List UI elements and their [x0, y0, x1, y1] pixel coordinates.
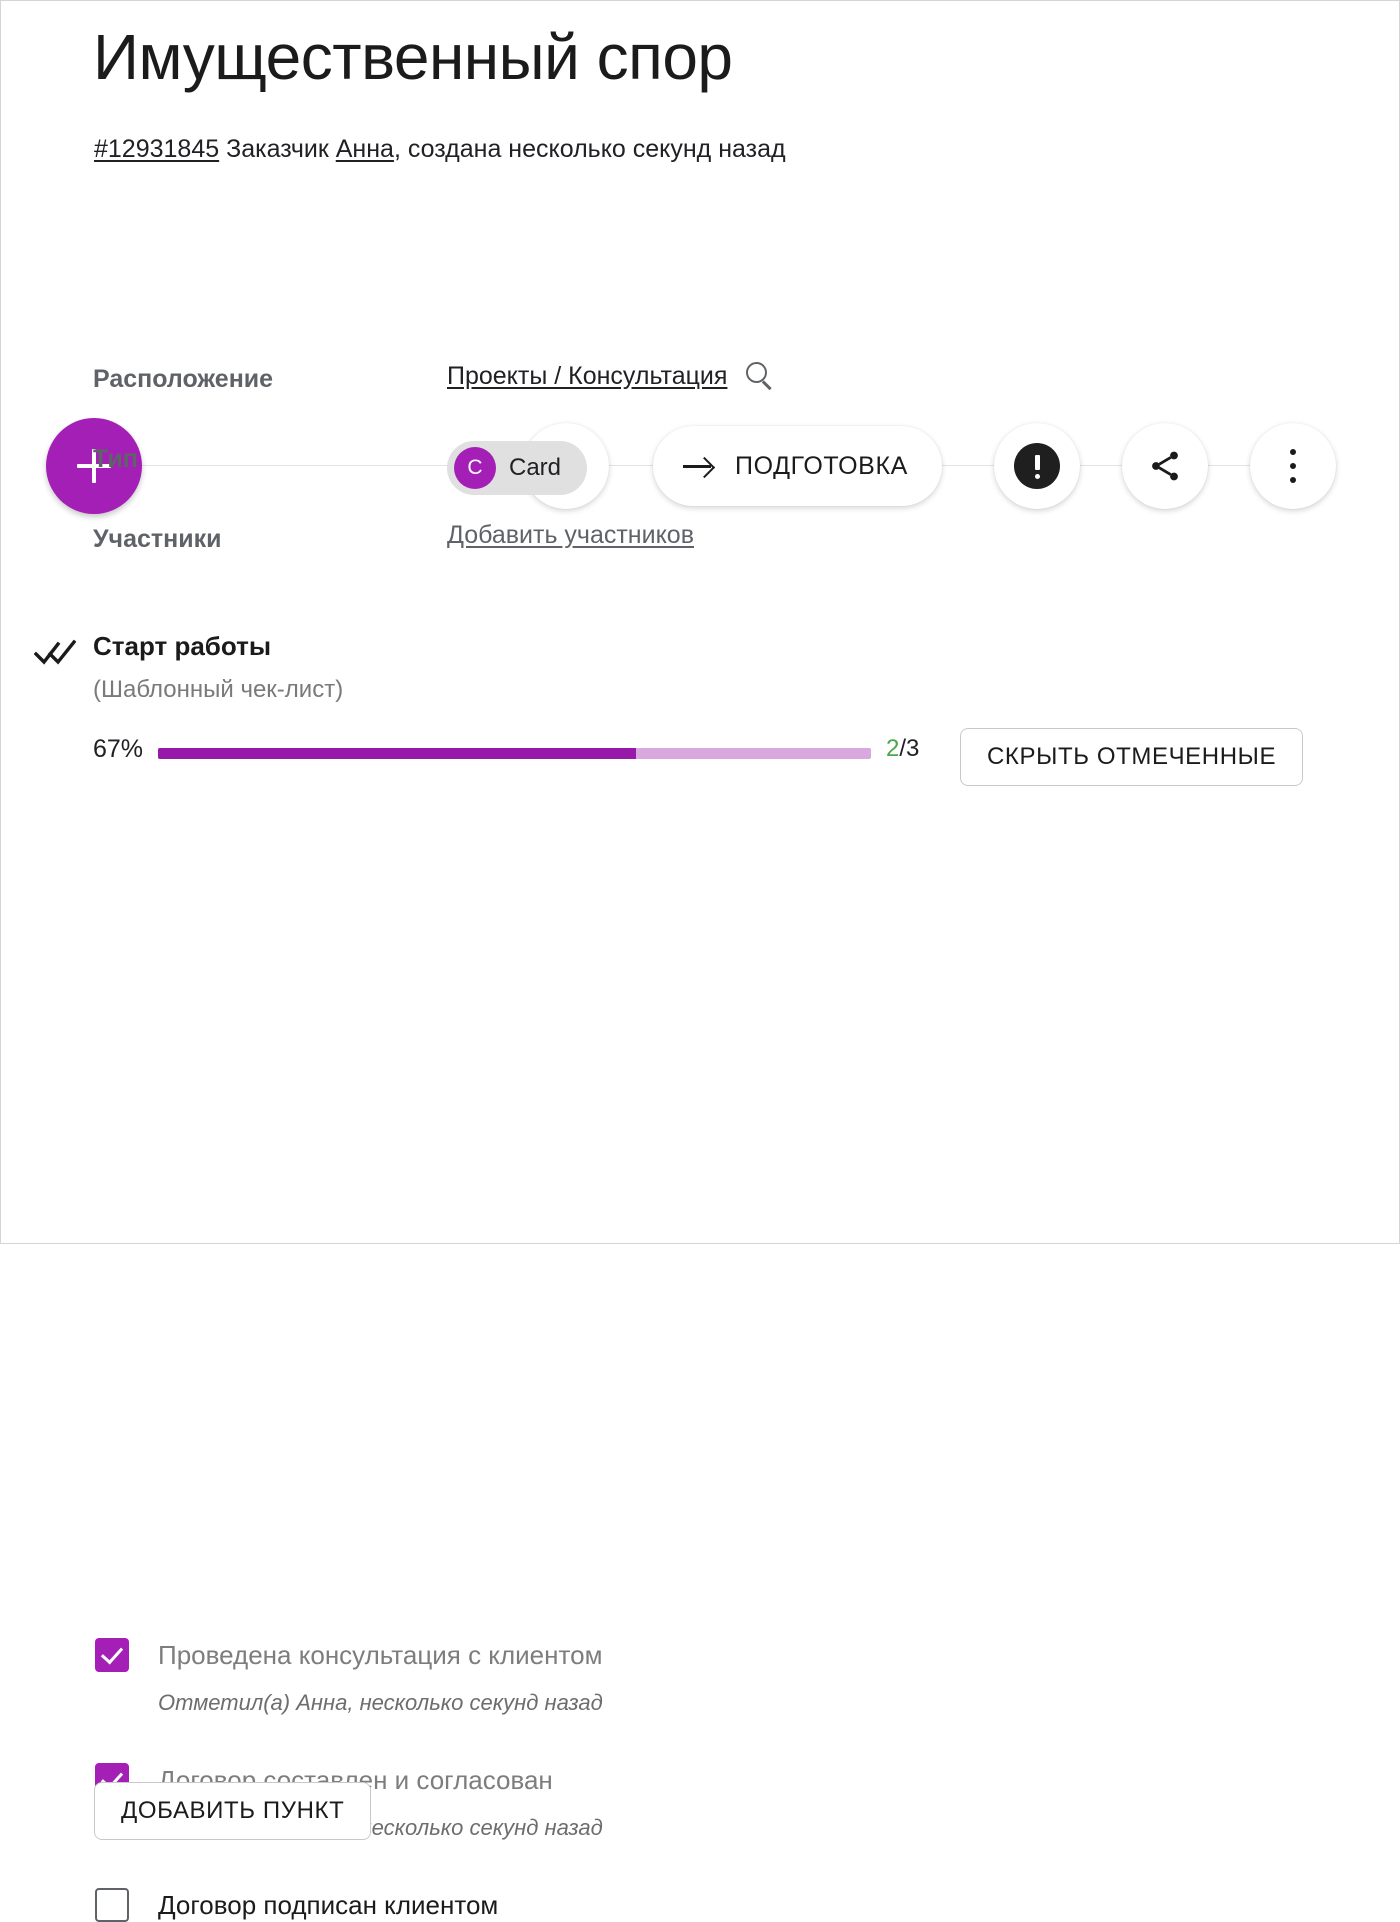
field-value-type: C Card: [447, 441, 588, 495]
checklist-item-checkbox[interactable]: [95, 1638, 129, 1672]
checklist-item-label[interactable]: Проведена консультация с клиентом: [158, 1640, 602, 1671]
field-row-location: Расположение Проекты / Консультация: [1, 353, 1399, 433]
field-row-participants: Участники Добавить участников: [1, 513, 1399, 593]
field-label-type: Тип: [93, 445, 138, 473]
progress-percent-label: 67%: [93, 735, 144, 763]
card-detail-page: Имущественный спор #12931845 Заказчик Ан…: [1, 1, 1399, 1922]
checklist-header: Старт работы (Шаблонный чек-лист): [1, 625, 1399, 721]
double-check-icon: [34, 639, 76, 667]
page-title: Имущественный спор: [93, 21, 733, 93]
avatar: C: [454, 447, 496, 489]
field-value-location: Проекты / Консультация: [447, 361, 775, 391]
card-id-link[interactable]: #12931845: [94, 135, 219, 163]
client-label-text: Заказчик: [226, 135, 329, 163]
add-item-button[interactable]: ДОБАВИТЬ ПУНКТ: [94, 1782, 372, 1840]
field-label-participants: Участники: [93, 525, 222, 553]
field-list: Расположение Проекты / Консультация Тип …: [1, 353, 1399, 593]
field-value-participants: Добавить участников: [447, 521, 694, 550]
checklist-title: Старт работы: [93, 631, 272, 661]
hide-checked-button[interactable]: СКРЫТЬ ОТМЕЧЕННЫЕ: [960, 728, 1304, 786]
checklist-section: Старт работы (Шаблонный чек-лист) 67% 2/…: [1, 625, 1399, 1922]
checklist-subtitle: (Шаблонный чек-лист): [93, 676, 344, 703]
progress-bar-fill: [158, 748, 636, 759]
search-icon[interactable]: [745, 361, 775, 391]
progress-ratio: 2/3: [886, 735, 919, 763]
progress-done-count: 2: [886, 735, 900, 762]
field-row-type: Тип C Card: [1, 433, 1399, 513]
field-label-location: Расположение: [93, 365, 274, 393]
type-chip[interactable]: C Card: [447, 441, 588, 495]
progress-total-count: /3: [899, 735, 920, 762]
add-participants-link[interactable]: Добавить участников: [447, 521, 694, 550]
checklist-progress-row: 67% 2/3 СКРЫТЬ ОТМЕЧЕННЫЕ: [1, 721, 1399, 801]
location-link[interactable]: Проекты / Консультация: [447, 362, 727, 391]
checklist-item-label[interactable]: Договор подписан клиентом: [158, 1890, 498, 1921]
type-chip-label: Card: [509, 454, 562, 481]
page-subtitle: #12931845 Заказчик Анна, создана несколь…: [94, 132, 786, 166]
progress-bar: [158, 748, 871, 759]
client-name-link[interactable]: Анна: [336, 135, 394, 163]
action-toolbar: ПОДГОТОВКА: [1, 206, 1399, 514]
checklist-item-checkbox[interactable]: [95, 1888, 129, 1922]
checklist-item-meta: Отметил(а) Анна, несколько секунд назад: [158, 1690, 603, 1715]
created-text: , создана несколько секунд назад: [393, 135, 786, 163]
